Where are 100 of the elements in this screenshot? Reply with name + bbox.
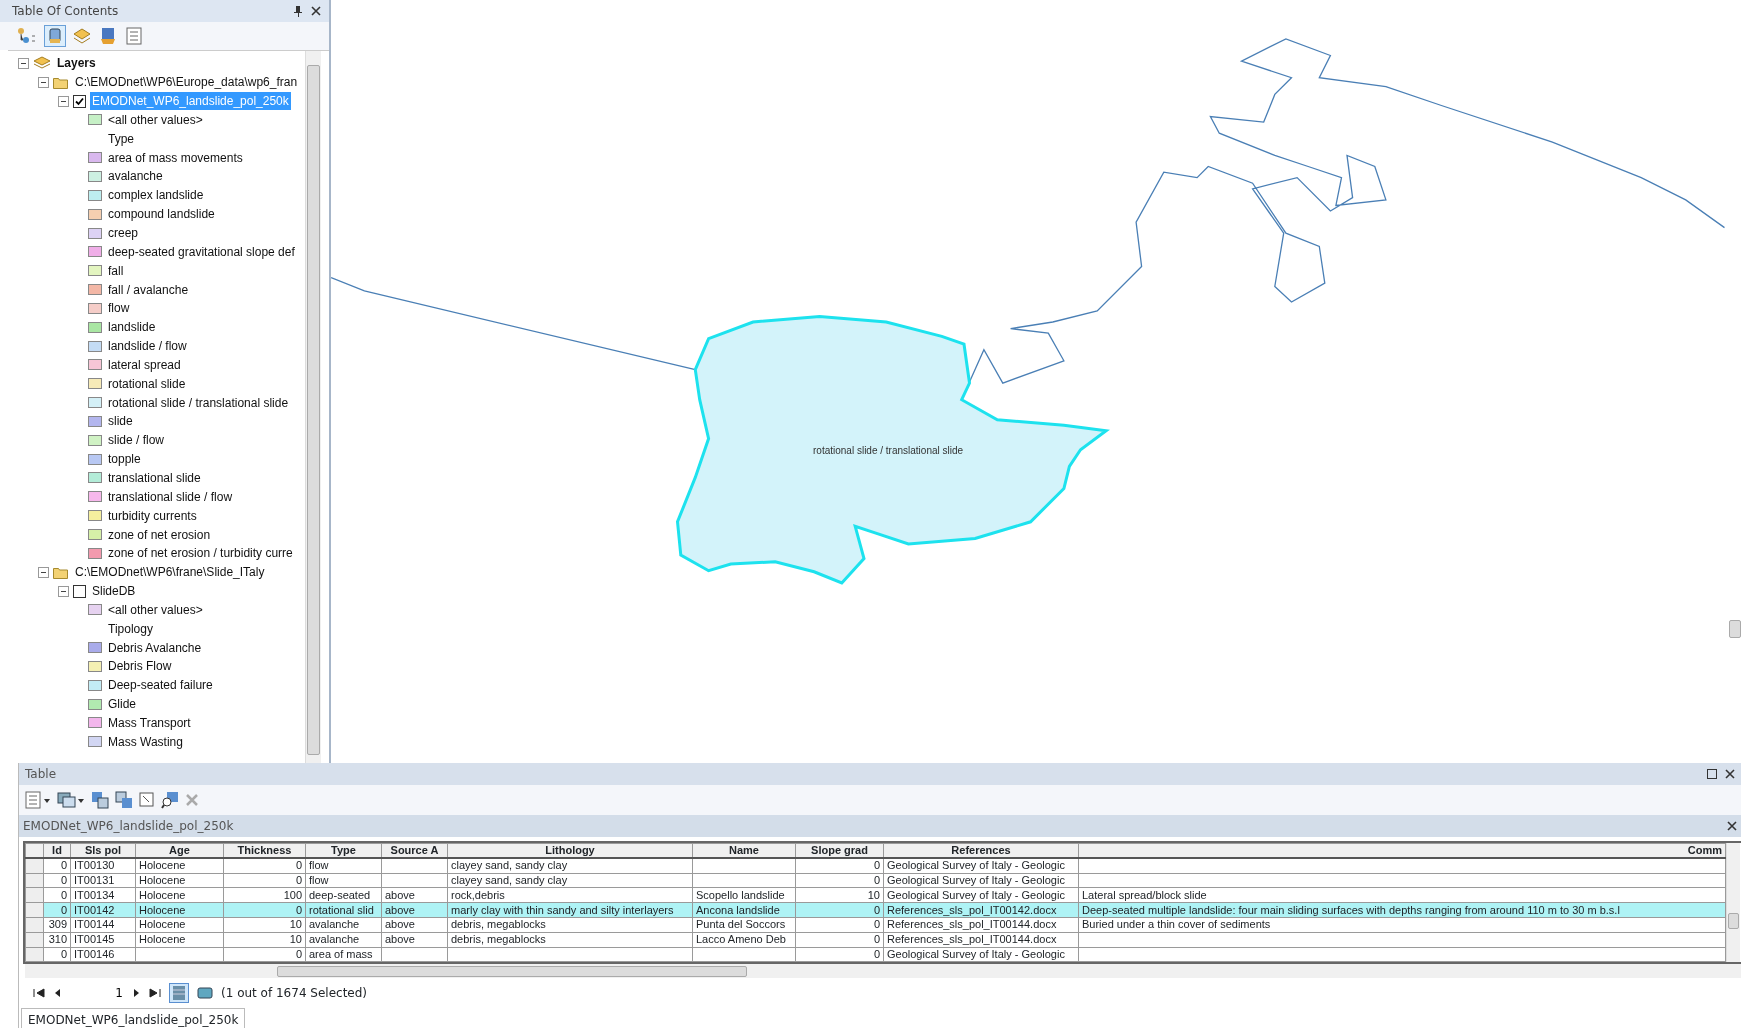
- column-header[interactable]: Type: [305, 843, 382, 859]
- legend-label: fall / avalanche: [107, 281, 190, 299]
- table-cell: IT00145: [70, 932, 136, 948]
- table-cell: flow: [305, 858, 382, 874]
- table-cell: deep-seated: [305, 887, 382, 903]
- table-cell: above: [381, 932, 448, 948]
- tree-item[interactable]: SlideDB: [90, 582, 138, 601]
- legend-label: <all other values>: [107, 601, 204, 619]
- table-cell: 10: [795, 887, 884, 903]
- legend-label: zone of net erosion: [107, 526, 212, 544]
- legend-label: translational slide / flow: [107, 488, 234, 506]
- legend-label: flow: [107, 300, 131, 318]
- table-cell: Geological Survey of Italy - Geologic: [883, 873, 1079, 888]
- table-cell: clayey sand, sandy clay: [447, 873, 693, 888]
- table-cell: Scopello landslide: [692, 887, 796, 903]
- table-cell: References_sls_pol_IT00144.docx: [883, 917, 1079, 933]
- table-cell: Geological Survey of Italy - Geologic: [883, 887, 1079, 903]
- table-tab[interactable]: EMODNet_WP6_landslide_pol_250k: [21, 1008, 246, 1028]
- table-cell: IT00130: [70, 858, 136, 874]
- column-header[interactable]: Name: [692, 843, 796, 859]
- table-cell: 310: [43, 932, 71, 948]
- legend-label: creep: [107, 225, 140, 242]
- table-cell: References_sls_pol_IT00144.docx: [883, 932, 1079, 948]
- table-cell: 0: [795, 858, 884, 874]
- legend-label: topple: [107, 451, 142, 469]
- table-cell: 0: [43, 858, 71, 874]
- legend-label: Mass Transport: [107, 714, 192, 732]
- table-cell: 10: [223, 932, 306, 948]
- column-header[interactable]: Slope grad: [795, 843, 884, 859]
- legend-label: slide: [107, 413, 134, 431]
- table-cell: Holocene: [135, 932, 224, 948]
- legend-label: deep-seated gravitational slope def: [107, 243, 296, 261]
- legend-label: landslide: [107, 319, 157, 337]
- table-cell: 0: [795, 932, 884, 948]
- panel-title: Table: [25, 766, 58, 783]
- table-cell: clayey sand, sandy clay: [447, 858, 693, 874]
- table-cell: rock,debris: [447, 887, 693, 903]
- map-feature-label: rotational slide / translational slide: [813, 444, 964, 458]
- column-header[interactable]: Thickness: [223, 843, 306, 859]
- table-cell: above: [381, 887, 448, 903]
- table-cell: Holocene: [135, 858, 224, 874]
- table-cell: Geological Survey of Italy - Geologic: [883, 947, 1079, 962]
- legend-label: area of mass movements: [107, 149, 244, 167]
- table-cell: Geological Survey of Italy - Geologic: [883, 858, 1079, 874]
- table-cell: avalanche: [305, 932, 382, 948]
- table-cell: 0: [795, 873, 884, 888]
- column-header[interactable]: Source A: [381, 843, 448, 859]
- table-cell: Holocene: [135, 873, 224, 888]
- legend-label: compound landslide: [107, 206, 216, 224]
- table-cell: avalanche: [305, 917, 382, 933]
- legend-label: zone of net erosion / turbidity curre: [107, 545, 294, 563]
- column-header[interactable]: Age: [135, 843, 224, 859]
- column-header[interactable]: Id: [43, 843, 71, 859]
- tree-item[interactable]: C:\EMODnet\WP6\frane\Slide_ITaly: [73, 563, 267, 582]
- table-cell: 0: [223, 947, 306, 962]
- legend-heading: Type: [107, 130, 135, 148]
- legend-label: complex landslide: [107, 187, 205, 205]
- legend-label: Debris Avalanche: [107, 639, 203, 657]
- table-cell: 0: [795, 947, 884, 962]
- table-cell: debris, megablocks: [447, 917, 693, 933]
- table-cell: Lacco Ameno Deb: [692, 932, 796, 948]
- table-cell: Lateral spread/block slide: [1078, 887, 1726, 903]
- legend-label: turbidity currents: [107, 507, 198, 525]
- tree-item[interactable]: C:\EMODnet\WP6\Europe_data\wp6_fran: [73, 73, 300, 92]
- column-header[interactable]: References: [883, 843, 1079, 859]
- legend-heading: Tipology: [107, 620, 154, 638]
- table-cell: Punta del Soccors: [692, 917, 796, 933]
- legend-label: rotational slide: [107, 375, 187, 393]
- table-cell: 0: [43, 887, 71, 903]
- table-cell: 309: [43, 917, 71, 933]
- legend-label: slide / flow: [107, 432, 166, 450]
- legend-label: fall: [107, 262, 125, 280]
- tree-item[interactable]: Layers: [55, 54, 98, 73]
- column-header[interactable]: Comm: [1078, 843, 1726, 859]
- legend-label: Deep-seated failure: [107, 677, 214, 695]
- table-cell: IT00134: [70, 887, 136, 903]
- table-cell: 0: [43, 873, 71, 888]
- table-cell: area of mass: [305, 947, 382, 962]
- table-cell: IT00146: [70, 947, 136, 962]
- table-cell: IT00131: [70, 873, 136, 888]
- table-cell: IT00144: [70, 917, 136, 933]
- legend-label: landslide / flow: [107, 338, 188, 356]
- column-header[interactable]: Sls pol: [70, 843, 136, 859]
- legend-label: lateral spread: [107, 356, 182, 374]
- legend-label: Glide: [107, 696, 137, 714]
- table-name: EMODNet_WP6_landslide_pol_250k: [23, 818, 235, 835]
- legend-label: Mass Wasting: [107, 733, 184, 751]
- legend-label: avalanche: [107, 168, 164, 186]
- legend-label: rotational slide / translational slide: [107, 394, 290, 412]
- table-cell: debris, megablocks: [447, 932, 693, 948]
- selection-status: (1 out of 1674 Selected): [221, 985, 368, 1003]
- table-cell: 0: [795, 917, 884, 933]
- column-header[interactable]: Lithology: [447, 843, 693, 859]
- table-cell: Buried under a thin cover of sediments: [1078, 917, 1726, 933]
- legend-label: <all other values>: [107, 111, 204, 129]
- table-cell: Holocene: [135, 917, 224, 933]
- table-cell: Holocene: [135, 887, 224, 903]
- table-cell: 10: [223, 917, 306, 933]
- legend-label: Debris Flow: [107, 658, 173, 676]
- table-cell: 0: [223, 858, 306, 874]
